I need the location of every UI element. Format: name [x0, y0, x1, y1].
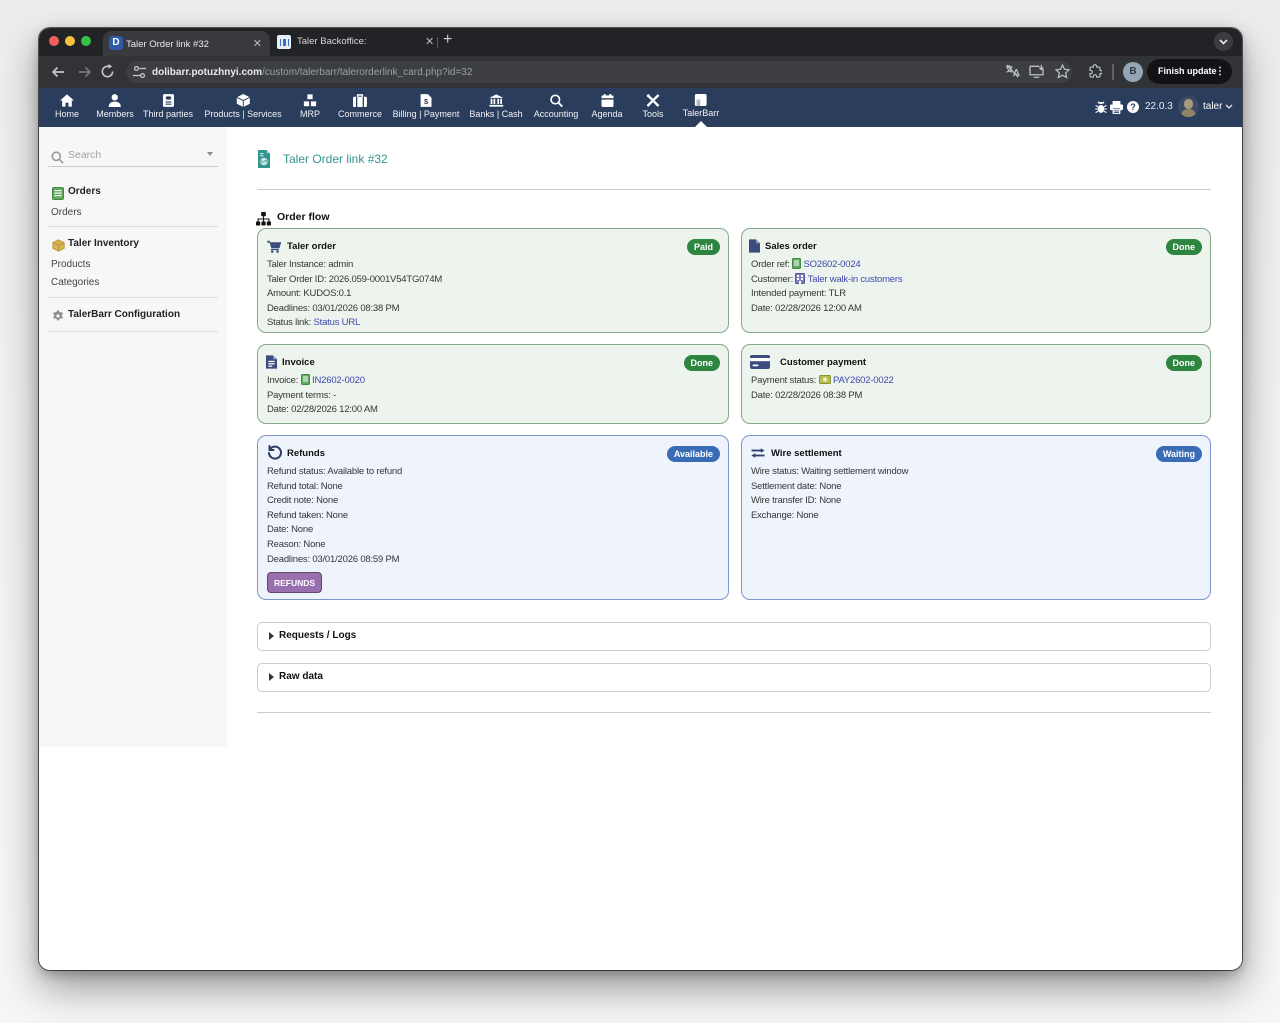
svg-text:$: $ — [424, 97, 428, 106]
